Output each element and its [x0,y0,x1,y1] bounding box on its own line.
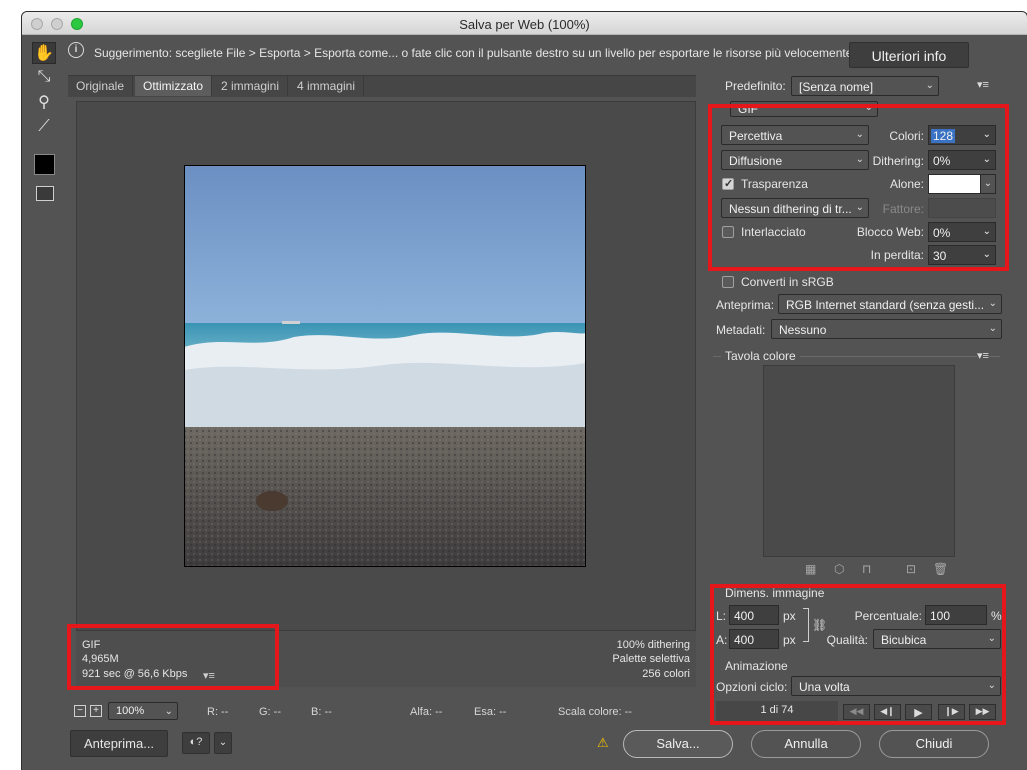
toggle-slices-icon[interactable] [36,186,54,201]
eyedropper-color-swatch[interactable] [34,154,55,175]
convert-srgb-checkbox[interactable] [722,276,734,288]
preview-label: Anteprima: [716,298,775,312]
lock-icon[interactable]: ⊓ [862,562,871,576]
preset-menu-icon[interactable]: ▾≡ [977,78,989,91]
zoom-out-button[interactable]: − [74,705,86,717]
zoom-in-button[interactable]: + [90,705,102,717]
metadata-select[interactable]: Nessuno ⌄ [771,319,1002,339]
color-table-menu-icon[interactable]: ▾≡ [977,349,989,362]
zoom-level-select[interactable]: 100% ⌄ [108,702,178,720]
status-g: G: -- [259,706,281,718]
info-palette: Palette selettiva [612,653,690,665]
hand-tool-icon[interactable]: ✋ [32,42,56,64]
preset-label: Predefinito: [725,79,786,93]
tab-optimized[interactable]: Ottimizzato [135,76,213,96]
tab-2-up[interactable]: 2 immagini [213,76,289,96]
cancel-button[interactable]: Annulla [751,730,861,758]
info-dither: 100% dithering [616,639,690,651]
browser-preview-icon[interactable]: ◐? [182,732,210,754]
preset-select[interactable]: [Senza nome] ⌄ [791,76,939,96]
info-icon: i [68,42,84,58]
highlight-box-settings [708,104,1009,271]
status-hex: Esa: -- [474,706,507,718]
warning-icon: ⚠ [597,735,609,750]
status-alpha: Alfa: -- [410,706,443,718]
status-b: B: -- [311,706,332,718]
color-table-grid[interactable] [763,365,955,557]
preview-profile-select[interactable]: RGB Internet standard (senza gesti... ⌄ [778,294,1002,314]
highlight-box-info [67,624,279,690]
highlight-box-image-size [710,584,1006,725]
zoom-tool-icon[interactable]: ⚲ [32,92,56,114]
metadata-label: Metadati: [716,323,766,337]
browser-select-button[interactable]: ⌄ [214,732,232,754]
preview-button[interactable]: Anteprima... [70,730,168,757]
new-color-icon[interactable]: ⊡ [906,562,916,576]
info-color-count: 256 colori [642,668,690,680]
status-r: R: -- [207,706,229,718]
convert-srgb-label: Converti in sRGB [741,275,834,289]
trash-icon[interactable]: 🗑 [933,562,948,576]
optimized-image-preview[interactable] [184,165,586,567]
close-button[interactable]: Chiudi [879,730,989,758]
hint-text: Suggerimento: scegliete File > Esporta >… [94,46,853,60]
slice-select-tool-icon[interactable]: ⤡ [32,68,56,90]
color-table-title: Tavola colore [721,349,800,363]
tab-4-up[interactable]: 4 immagini [289,76,365,96]
save-for-web-dialog: Salva per Web (100%) ✋ ⤡ ⚲ ⟋ i Suggerime… [22,12,1027,770]
more-info-button[interactable]: Ulteriori info [849,42,969,68]
save-button[interactable]: Salva... [623,730,733,758]
cube-icon[interactable]: ⬡ [834,562,844,576]
eyedropper-tool-icon[interactable]: ⟋ [32,118,56,140]
status-color-scale: Scala colore: -- [558,706,632,718]
window-title: Salva per Web (100%) [459,17,590,32]
web-shift-icon[interactable]: ▦ [805,562,816,576]
title-bar: Salva per Web (100%) [22,12,1027,35]
tab-original[interactable]: Originale [68,76,134,96]
